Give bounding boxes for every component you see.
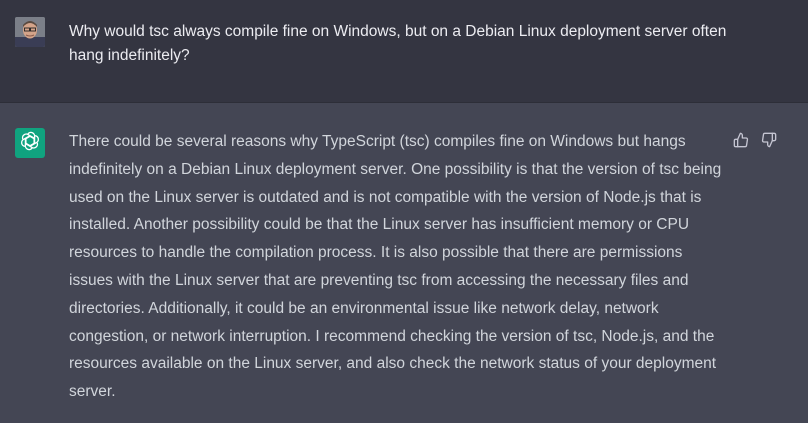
user-avatar: [15, 17, 45, 47]
thumbs-up-button[interactable]: [732, 131, 750, 149]
openai-logo-icon: [20, 131, 40, 156]
user-message-row: Why would tsc always compile fine on Win…: [0, 0, 808, 103]
assistant-avatar: [15, 128, 45, 158]
thumbs-down-button[interactable]: [760, 131, 778, 149]
thumbs-up-icon: [733, 132, 749, 148]
user-message-text: Why would tsc always compile fine on Win…: [69, 23, 727, 64]
assistant-message-text: There could be several reasons why TypeS…: [69, 133, 722, 401]
thumbs-down-icon: [761, 132, 777, 148]
chat-thread: Why would tsc always compile fine on Win…: [0, 0, 808, 423]
assistant-message-row: There could be several reasons why TypeS…: [0, 103, 808, 423]
